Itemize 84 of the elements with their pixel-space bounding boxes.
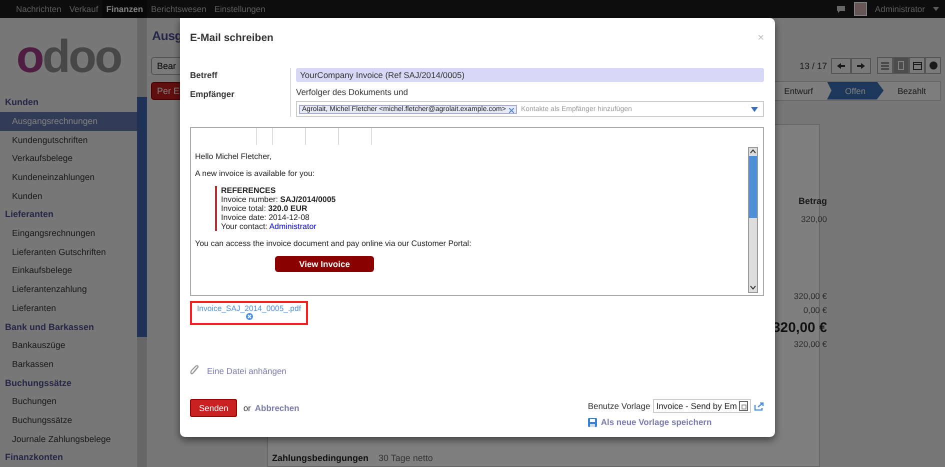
sidebar-heading: Lieferanten <box>4 208 55 222</box>
paperclip-icon[interactable] <box>190 365 199 376</box>
menu-item[interactable]: Berichtswesen <box>147 0 210 18</box>
avatar-icon <box>854 2 867 16</box>
dropdown-icon[interactable] <box>751 106 758 112</box>
view-button[interactable] <box>925 57 941 74</box>
field-label: Empfänger <box>190 88 236 101</box>
view-button[interactable] <box>877 57 893 74</box>
right-arrow-icon <box>857 62 865 68</box>
field-label: Zahlungsbedingungen <box>272 453 368 463</box>
save-icon[interactable] <box>588 418 597 426</box>
status-step[interactable]: Offen <box>827 82 884 100</box>
portal-text: You can access the invoice document and pay online via our Customer Portal: <box>195 239 472 248</box>
status-step[interactable]: Bezahlt <box>884 82 940 100</box>
external-link-icon[interactable] <box>754 402 764 410</box>
reference-line: Your contact: Administrator <box>221 222 318 231</box>
sidebar-item[interactable]: Buchungssätze <box>0 410 137 430</box>
remove-icon[interactable] <box>508 108 514 112</box>
calendar-icon <box>912 61 922 70</box>
view-button[interactable] <box>893 57 909 74</box>
field-label: Betreff <box>190 69 218 82</box>
cancel-link[interactable]: Abbrechen <box>254 403 300 413</box>
reference-line: Invoice number: SAJ/2014/0005 <box>221 195 337 204</box>
sidebar-item[interactable]: Bankauszüge <box>0 336 137 355</box>
greeting-text: Hello Michel Fletcher, <box>195 152 272 161</box>
message-editor[interactable] <box>190 127 764 296</box>
view-invoice-button[interactable]: View Invoice <box>275 256 374 272</box>
subject-field[interactable]: YourCompany Invoice (Ref SAJ/2014/0005) <box>296 68 764 82</box>
sidebar-item[interactable]: Journale Zahlungsbelege <box>0 430 137 448</box>
sidebar-item[interactable]: Lieferanten <box>0 298 137 318</box>
column-header: Betrag <box>798 196 827 206</box>
chat-icon[interactable] <box>836 4 846 14</box>
list-icon <box>881 62 889 70</box>
or-text: or <box>243 403 251 413</box>
reference-line: Invoice date: 2014-12-08 <box>221 213 311 222</box>
dialog-title: E-Mail schreiben <box>190 32 274 44</box>
sidebar-item[interactable]: Lieferantenzahlung <box>0 280 137 299</box>
field-value: 30 Tage netto <box>378 453 433 463</box>
sidebar-item[interactable]: Barkassen <box>0 354 137 374</box>
pager-text: 13 / 17 <box>799 60 827 70</box>
sidebar-item[interactable]: Ausgangsrechnungen <box>0 112 137 131</box>
contact-link[interactable]: Administrator <box>269 222 316 231</box>
user-name[interactable]: Administrator <box>874 4 925 14</box>
form-icon <box>898 61 904 70</box>
sidebar-item[interactable]: Eingangsrechnungen <box>0 224 137 243</box>
edit-button[interactable]: Bear <box>151 56 182 74</box>
sidebar-heading: Bank und Barkassen <box>4 320 96 334</box>
attach-file-link[interactable]: Eine Datei anhängen <box>207 366 286 376</box>
open-icon[interactable] <box>739 401 748 411</box>
globe-icon <box>928 61 938 70</box>
total-value: 320,00 € <box>794 339 827 349</box>
sidebar-item[interactable]: Buchungen <box>0 392 137 411</box>
menu-item[interactable]: Nachrichten <box>12 0 66 18</box>
intro-text: A new invoice is available for you: <box>195 169 316 178</box>
next-button[interactable] <box>851 58 871 74</box>
save-template-link[interactable]: Als neue Vorlage speichern <box>600 417 712 427</box>
total-value: 320,00 € <box>794 291 827 301</box>
scrollbar[interactable] <box>137 18 147 467</box>
sidebar-heading: Buchungssätze <box>4 376 73 390</box>
table-cell: 320,00 <box>801 214 827 224</box>
total-value: 320,00 € <box>772 319 827 335</box>
left-arrow-icon <box>837 62 845 68</box>
reference-line: REFERENCES <box>221 186 277 195</box>
previous-button[interactable] <box>831 58 851 74</box>
menu-item[interactable]: Einstellungen <box>210 0 270 18</box>
menu-item[interactable]: Finanzen <box>102 0 148 18</box>
reference-line: Invoice total: 320.0 EUR <box>221 204 308 213</box>
caret-icon[interactable] <box>933 7 939 11</box>
scrollbar[interactable] <box>748 147 758 293</box>
sidebar-item[interactable]: Verkaufsbelege <box>0 149 137 168</box>
sidebar-item[interactable]: Einkaufsbelege <box>0 261 137 280</box>
view-button[interactable] <box>909 57 925 74</box>
followers-note: Verfolger des Dokuments und <box>296 87 409 97</box>
sidebar-heading: Kunden <box>4 96 40 110</box>
sidebar-item[interactable]: Lieferanten Gutschriften <box>0 242 137 262</box>
sidebar-item[interactable]: Kundengutschriften <box>0 130 137 150</box>
template-field[interactable]: Invoice - Send by Em <box>653 399 751 413</box>
sidebar-item[interactable]: Kunden <box>0 186 137 206</box>
menu-item[interactable]: Verkauf <box>65 0 102 18</box>
sidebar-item[interactable]: Kundeneinzahlungen <box>0 168 137 187</box>
send-button[interactable]: Senden <box>190 399 238 417</box>
field-label: Benutze Vorlage <box>588 401 650 411</box>
total-value: 0,00 € <box>803 305 827 315</box>
sidebar-heading: Finanzkonten <box>4 451 64 464</box>
